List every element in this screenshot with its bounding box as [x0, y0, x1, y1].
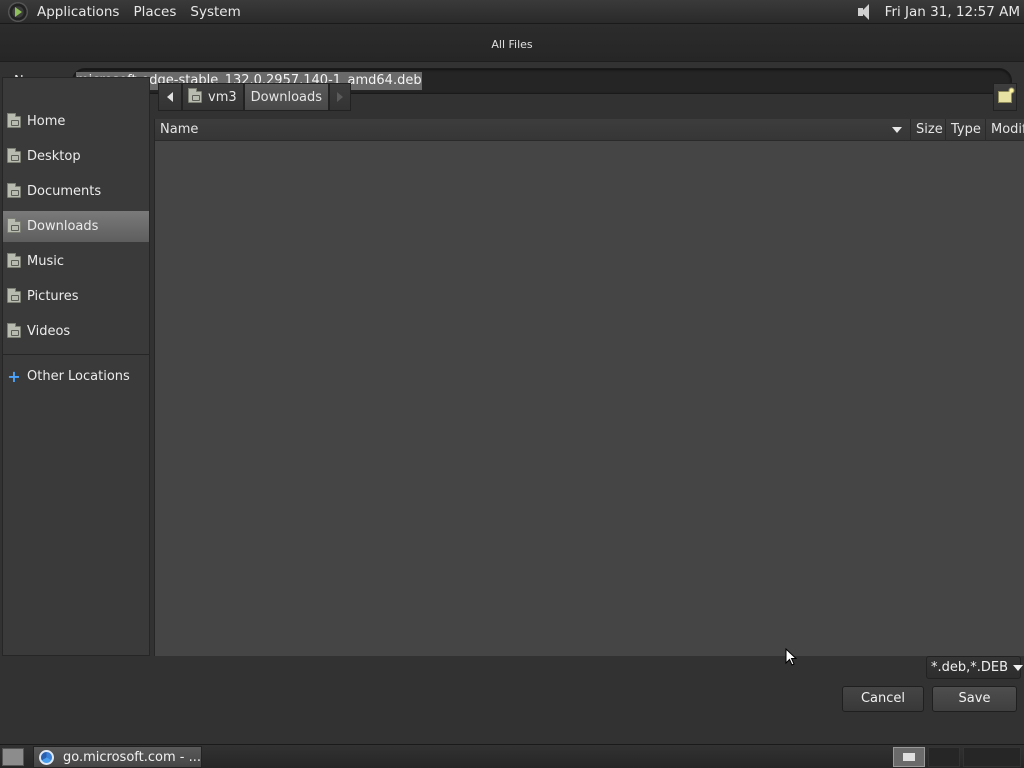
- column-type[interactable]: Type: [945, 118, 985, 141]
- file-filter-select[interactable]: *.deb,*.DEB: [926, 656, 1024, 679]
- home-folder-icon: [7, 112, 21, 128]
- column-name[interactable]: Name: [155, 119, 910, 141]
- sidebar-item-pictures[interactable]: Pictures: [3, 281, 149, 312]
- menu-system[interactable]: System: [183, 0, 247, 24]
- workspace-3[interactable]: [963, 747, 1021, 767]
- sidebar-item-label: Home: [27, 114, 66, 129]
- taskbar-window-button[interactable]: go.microsoft.com - ...: [33, 746, 202, 768]
- downloads-folder-icon: [7, 217, 21, 233]
- column-size[interactable]: Size: [910, 118, 945, 141]
- sidebar-item-label: Downloads: [27, 219, 99, 234]
- new-folder-icon: [998, 87, 1015, 103]
- show-desktop-icon[interactable]: [2, 748, 24, 766]
- documents-folder-icon: [7, 182, 21, 198]
- sidebar-item-music[interactable]: Music: [3, 246, 149, 277]
- file-list[interactable]: Name Size Type Modif: [154, 118, 1024, 656]
- speaker-icon[interactable]: [855, 3, 875, 21]
- create-folder-button[interactable]: [993, 83, 1017, 111]
- sidebar-item-label: Other Locations: [27, 369, 130, 384]
- dialog-title: All Files: [0, 24, 1024, 62]
- taskbar-window-label: go.microsoft.com - ...: [63, 749, 201, 765]
- clock[interactable]: Fri Jan 31, 12:57 AM: [885, 4, 1024, 20]
- workspace-2[interactable]: [928, 747, 960, 767]
- sidebar-item-documents[interactable]: Documents: [3, 176, 149, 207]
- path-segment-label: Downloads: [250, 89, 323, 105]
- pictures-folder-icon: [7, 287, 21, 303]
- sort-down-icon: [892, 126, 902, 133]
- workspace-1[interactable]: [893, 747, 925, 767]
- top-panel: Applications Places System Fri Jan 31, 1…: [0, 0, 1024, 24]
- music-folder-icon: [7, 252, 21, 268]
- menu-places[interactable]: Places: [126, 0, 183, 24]
- desktop-folder-icon: [7, 147, 21, 163]
- filter-label: *.deb,*.DEB: [931, 660, 1009, 675]
- sidebar-item-label: Videos: [27, 324, 71, 339]
- main-menu: Applications Places System: [30, 0, 248, 24]
- tray: Fri Jan 31, 12:57 AM: [855, 0, 1024, 24]
- sidebar-item-label: Pictures: [27, 289, 79, 304]
- sidebar-item-other-locations[interactable]: + Other Locations: [3, 361, 149, 392]
- column-modified[interactable]: Modif: [985, 118, 1024, 141]
- sidebar-item-home[interactable]: Home: [3, 106, 149, 137]
- path-segment-vm3[interactable]: vm3: [182, 83, 244, 111]
- home-folder-icon: [188, 88, 202, 103]
- sidebar-item-videos[interactable]: Videos: [3, 316, 149, 347]
- name-row: Name: microsoft-edge-stable_132.0.2957.1…: [0, 63, 1024, 99]
- sidebar-item-label: Desktop: [27, 149, 81, 164]
- cancel-button[interactable]: Cancel: [842, 686, 924, 712]
- videos-folder-icon: [7, 322, 21, 338]
- browser-icon: [39, 749, 54, 765]
- bottom-panel: go.microsoft.com - ...: [0, 744, 1024, 768]
- sidebar-item-label: Documents: [27, 184, 102, 199]
- sidebar-item-desktop[interactable]: Desktop: [3, 141, 149, 172]
- places-sidebar: Home Desktop Documents Downloads Music P…: [2, 77, 150, 656]
- menu-applications[interactable]: Applications: [30, 0, 126, 24]
- plus-icon: +: [7, 366, 21, 386]
- path-back-button[interactable]: [158, 83, 182, 111]
- path-bar: vm3 Downloads: [158, 83, 352, 111]
- sidebar-item-label: Music: [27, 254, 64, 269]
- path-segment-downloads[interactable]: Downloads: [243, 83, 330, 111]
- save-button[interactable]: Save: [932, 686, 1017, 712]
- path-segment-label: vm3: [208, 89, 237, 105]
- sidebar-separator: [3, 354, 149, 355]
- sidebar-item-downloads[interactable]: Downloads: [3, 211, 149, 242]
- app-logo-icon[interactable]: [8, 1, 28, 22]
- column-header-row: Name Size Type Modif: [155, 118, 1024, 141]
- column-name-label: Name: [160, 121, 199, 137]
- chevron-down-icon: [1013, 664, 1024, 671]
- path-forward-button[interactable]: [329, 83, 352, 111]
